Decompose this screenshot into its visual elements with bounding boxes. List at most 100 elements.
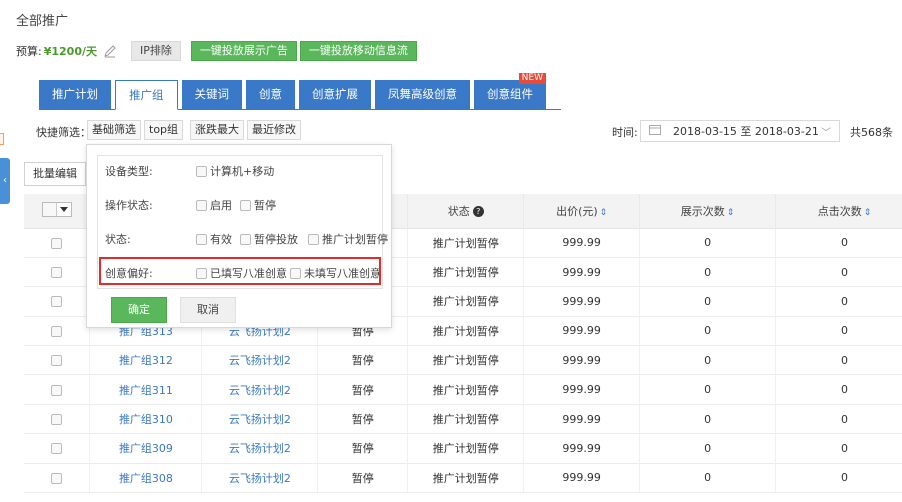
sort-icon[interactable]: ⇕ <box>600 208 608 218</box>
filter-row-op-status: 操作状态: 启用 暂停 <box>98 190 384 220</box>
collapse-sidebar-icon[interactable]: ‹ <box>0 158 10 204</box>
cell-status: 推广计划暂停 <box>407 316 525 347</box>
cell-group[interactable]: 推广组308 <box>89 463 203 494</box>
quick-filter-label: 快捷筛选： <box>36 126 91 139</box>
sort-icon[interactable]: ⇕ <box>864 208 872 218</box>
cell-status: 推广计划暂停 <box>407 433 525 464</box>
table-row: 推广组308 云飞扬计划2 暂停 推广计划暂停 999.99 0 0 <box>24 463 902 494</box>
batch-edit-button[interactable]: 批量编辑 <box>24 162 86 186</box>
cell-group[interactable]: 推广组310 <box>89 404 203 435</box>
cell-clicks: 0 <box>775 286 902 317</box>
opt-pause-delivery[interactable]: 暂停投放 <box>240 231 298 247</box>
cell-clicks: 0 <box>775 404 902 435</box>
row-select-checkbox[interactable] <box>51 237 63 249</box>
select-all-header[interactable] <box>24 194 91 229</box>
chevron-down-icon: ﹀ <box>821 128 831 139</box>
cell-impressions: 0 <box>639 404 777 435</box>
row-checkbox[interactable] <box>24 374 91 405</box>
cell-status: 推广计划暂停 <box>407 228 525 258</box>
cell-bid: 999.99 <box>523 374 641 405</box>
row-checkbox[interactable] <box>24 257 91 288</box>
cell-pause: 暂停 <box>317 345 409 376</box>
row-select-checkbox[interactable] <box>51 325 63 337</box>
row-select-checkbox[interactable] <box>51 384 63 396</box>
chip-recent-modified[interactable]: 最近修改 <box>247 120 301 140</box>
date-range-picker[interactable]: 2018-03-15 至 2018-03-21 ﹀ <box>640 120 840 142</box>
confirm-button[interactable]: 确定 <box>111 297 167 323</box>
cell-bid: 999.99 <box>523 345 641 376</box>
tab-keyword[interactable]: 关键词 <box>181 80 242 109</box>
cell-plan[interactable]: 云飞扬计划2 <box>201 374 319 405</box>
cell-pause: 暂停 <box>317 374 409 405</box>
edit-icon[interactable] <box>103 44 117 58</box>
cell-bid: 999.99 <box>523 404 641 435</box>
tab-creative-component[interactable]: 创意组件 NEW <box>474 73 546 109</box>
status-label: 状态: <box>105 233 131 246</box>
row-checkbox[interactable] <box>24 345 91 376</box>
tab-creative-ext[interactable]: 创意扩展 <box>299 80 371 109</box>
cell-plan[interactable]: 云飞扬计划2 <box>201 463 319 494</box>
chip-biggest-change[interactable]: 涨跌最大 <box>190 120 244 140</box>
chip-top-group[interactable]: top组 <box>144 120 184 140</box>
cell-impressions: 0 <box>639 286 777 317</box>
select-all-checkbox[interactable] <box>41 202 72 218</box>
device-type-label: 设备类型: <box>105 165 153 178</box>
opt-enabled[interactable]: 启用 <box>196 197 232 213</box>
cell-impressions: 0 <box>639 228 777 258</box>
opt-valid[interactable]: 有效 <box>196 231 232 247</box>
cell-group[interactable]: 推广组309 <box>89 433 203 464</box>
row-checkbox[interactable] <box>24 404 91 435</box>
tab-creative-component-label: 创意组件 <box>487 87 533 101</box>
cell-bid: 999.99 <box>523 228 641 258</box>
opt-computer-mobile[interactable]: 计算机+移动 <box>196 163 274 179</box>
col-clicks-header[interactable]: 点击次数 ⇕ <box>775 194 902 229</box>
row-select-checkbox[interactable] <box>51 414 63 426</box>
opt-plan-paused[interactable]: 推广计划暂停 <box>308 231 388 247</box>
row-select-checkbox[interactable] <box>51 296 63 308</box>
cell-bid: 999.99 <box>523 316 641 347</box>
display-ad-button[interactable]: 一键投放展示广告 <box>190 41 297 61</box>
highlight-box <box>99 257 381 285</box>
sort-icon[interactable]: ⇕ <box>727 208 735 218</box>
basic-filter-popup: 设备类型: 计算机+移动 操作状态: 启用 暂停 状态: 有效 暂停投放 推广计… <box>86 144 392 328</box>
op-status-label: 操作状态: <box>105 199 153 212</box>
cell-group[interactable]: 推广组312 <box>89 345 203 376</box>
tab-creative[interactable]: 创意 <box>246 80 295 109</box>
cell-impressions: 0 <box>639 433 777 464</box>
col-bid-header[interactable]: 出价(元) ⇕ <box>523 194 641 229</box>
cell-group[interactable]: 推广组311 <box>89 374 203 405</box>
cell-plan[interactable]: 云飞扬计划2 <box>201 345 319 376</box>
budget-label: 预算: <box>16 45 42 58</box>
row-select-checkbox[interactable] <box>51 443 63 455</box>
mobile-feed-button[interactable]: 一键投放移动信息流 <box>299 41 417 61</box>
tab-advanced-creative[interactable]: 凤舞高级创意 <box>375 80 470 109</box>
cancel-button[interactable]: 取消 <box>180 297 236 323</box>
cell-pause: 暂停 <box>317 463 409 494</box>
help-icon[interactable]: ? <box>472 206 484 218</box>
col-impressions-header[interactable]: 展示次数 ⇕ <box>639 194 777 229</box>
cell-plan[interactable]: 云飞扬计划2 <box>201 433 319 464</box>
row-checkbox[interactable] <box>24 286 91 317</box>
row-select-checkbox[interactable] <box>51 355 63 367</box>
cell-plan[interactable]: 云飞扬计划2 <box>201 404 319 435</box>
cell-status: 推广计划暂停 <box>407 374 525 405</box>
row-checkbox[interactable] <box>24 316 91 347</box>
cell-clicks: 0 <box>775 228 902 258</box>
new-badge: NEW <box>518 73 546 84</box>
cell-impressions: 0 <box>639 374 777 405</box>
row-select-checkbox[interactable] <box>51 472 63 484</box>
chip-basic-filter[interactable]: 基础筛选 <box>87 120 141 140</box>
table-row: 推广组309 云飞扬计划2 暂停 推广计划暂停 999.99 0 0 <box>24 433 902 464</box>
time-label: 时间: <box>612 126 638 139</box>
row-checkbox[interactable] <box>24 463 91 494</box>
total-count: 共568条 <box>850 126 893 139</box>
ip-exclude-button[interactable]: IP排除 <box>131 41 181 61</box>
opt-paused[interactable]: 暂停 <box>240 197 276 213</box>
row-checkbox[interactable] <box>24 433 91 464</box>
cell-clicks: 0 <box>775 463 902 494</box>
row-select-checkbox[interactable] <box>51 267 63 279</box>
tab-plan[interactable]: 推广计划 <box>39 80 111 109</box>
cell-bid: 999.99 <box>523 463 641 494</box>
tab-group[interactable]: 推广组 <box>115 80 178 110</box>
row-checkbox[interactable] <box>24 228 91 258</box>
